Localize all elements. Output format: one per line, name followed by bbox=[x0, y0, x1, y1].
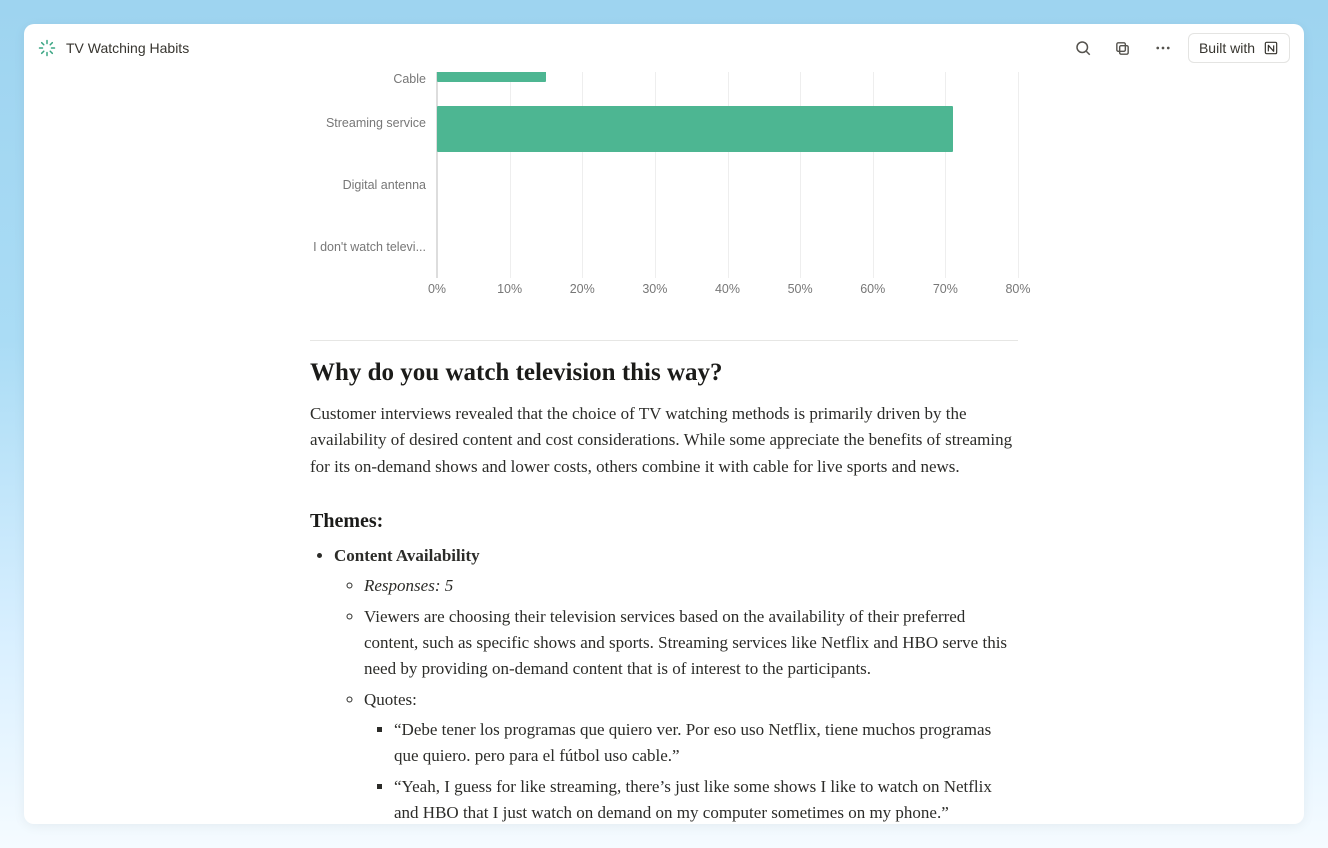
page-title: TV Watching Habits bbox=[66, 40, 189, 56]
chart-category-label: I don't watch televi... bbox=[313, 216, 426, 278]
duplicate-button[interactable] bbox=[1108, 33, 1138, 63]
document-body: Cable Streaming service Digital antenna … bbox=[24, 72, 1304, 824]
search-button[interactable] bbox=[1068, 33, 1098, 63]
chart-x-tick: 80% bbox=[1005, 282, 1030, 296]
chart-x-tick: 20% bbox=[570, 282, 595, 296]
chart-x-tick: 40% bbox=[715, 282, 740, 296]
chart-category-label: Cable bbox=[393, 72, 426, 92]
chart-x-tick: 70% bbox=[933, 282, 958, 296]
themes-heading: Themes: bbox=[310, 510, 1018, 533]
chart-bar bbox=[437, 106, 953, 152]
theme-quote: “Debe tener los programas que quiero ver… bbox=[394, 717, 1018, 770]
chart-category-label: Streaming service bbox=[326, 92, 426, 154]
section-heading: Why do you watch television this way? bbox=[310, 359, 1018, 387]
themes-list: Content Availability Responses: 5 Viewer… bbox=[310, 543, 1018, 824]
theme-name: Content Availability bbox=[334, 546, 480, 565]
page-container: TV Watching Habits Built with bbox=[24, 24, 1304, 824]
section-body: Customer interviews revealed that the ch… bbox=[310, 401, 1018, 480]
chart-plot-area: 0%10%20%30%40%50%60%70%80% bbox=[436, 72, 1018, 278]
theme-quote: “Yeah, I guess for like streaming, there… bbox=[394, 774, 1018, 824]
divider bbox=[310, 340, 1018, 341]
theme-summary: Viewers are choosing their television se… bbox=[364, 604, 1018, 683]
chart-bar bbox=[437, 72, 546, 82]
chart-x-tick: 0% bbox=[428, 282, 446, 296]
chart-x-tick: 50% bbox=[788, 282, 813, 296]
built-with-button[interactable]: Built with bbox=[1188, 33, 1290, 63]
built-with-label: Built with bbox=[1199, 40, 1255, 56]
more-options-button[interactable] bbox=[1148, 33, 1178, 63]
chart-x-tick: 30% bbox=[642, 282, 667, 296]
chart-x-tick: 60% bbox=[860, 282, 885, 296]
app-logo-icon bbox=[38, 39, 56, 57]
theme-responses: Responses: 5 bbox=[364, 576, 453, 595]
theme-quotes-label: Quotes: bbox=[364, 690, 417, 709]
chart: Cable Streaming service Digital antenna … bbox=[310, 72, 1018, 278]
topbar: TV Watching Habits Built with bbox=[24, 24, 1304, 72]
chart-category-label: Digital antenna bbox=[343, 154, 426, 216]
notion-icon bbox=[1263, 40, 1279, 56]
chart-x-tick: 10% bbox=[497, 282, 522, 296]
